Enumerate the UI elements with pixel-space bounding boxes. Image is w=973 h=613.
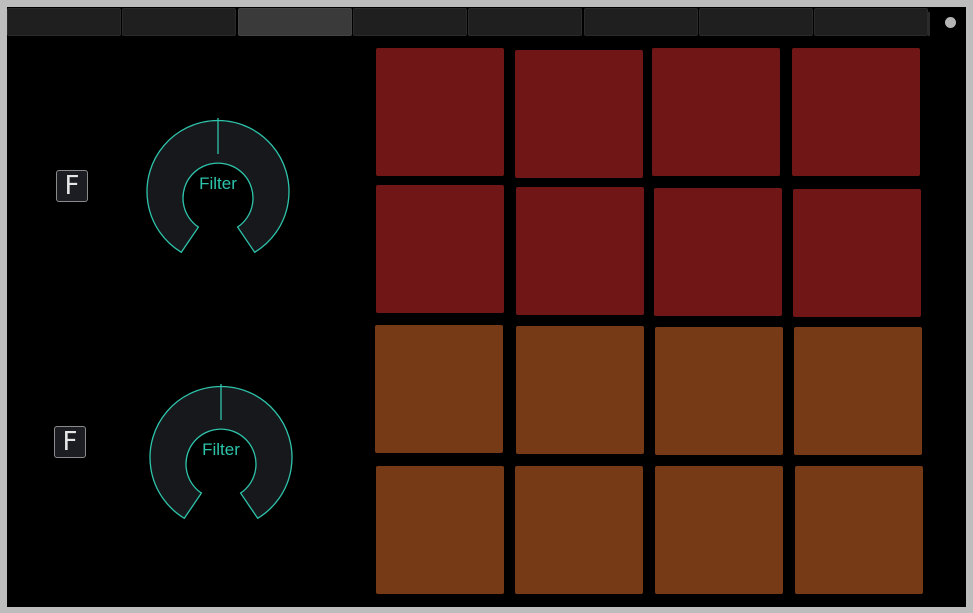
filter-toggle-button-2[interactable]: F <box>54 426 86 458</box>
pad-4-1[interactable] <box>376 466 504 594</box>
pad-1-1[interactable] <box>376 48 504 176</box>
filter-knob-1[interactable]: Filter <box>146 117 290 261</box>
pad-1-2[interactable] <box>515 50 643 178</box>
pad-2-1[interactable] <box>376 185 504 313</box>
app-window: F Filter F Filter <box>7 7 966 607</box>
pad-3-3[interactable] <box>655 327 783 455</box>
menu-dot-icon[interactable] <box>945 17 956 28</box>
pad-1-4[interactable] <box>792 48 920 176</box>
knob-label: Filter <box>199 174 237 193</box>
tab-2[interactable] <box>122 8 236 36</box>
pad-4-3[interactable] <box>655 466 783 594</box>
pad-3-4[interactable] <box>794 327 922 455</box>
pad-3-2[interactable] <box>516 326 644 454</box>
pad-4-2[interactable] <box>515 466 643 594</box>
tab-4[interactable] <box>353 8 467 36</box>
tab-6[interactable] <box>584 8 698 36</box>
tab-bar <box>7 7 966 39</box>
tab-1[interactable] <box>7 8 121 36</box>
tab-5[interactable] <box>468 8 582 36</box>
pad-2-3[interactable] <box>654 188 782 316</box>
pad-2-4[interactable] <box>793 189 921 317</box>
tab-3[interactable] <box>238 8 352 36</box>
knob-label: Filter <box>202 440 240 459</box>
tab-bar-edge <box>928 12 930 36</box>
pad-1-3[interactable] <box>652 48 780 176</box>
filter-knob-2[interactable]: Filter <box>149 383 293 527</box>
tab-7[interactable] <box>699 8 813 36</box>
filter-toggle-button-1[interactable]: F <box>56 170 88 202</box>
pad-3-1[interactable] <box>375 325 503 453</box>
pad-4-4[interactable] <box>795 466 923 594</box>
tab-8[interactable] <box>814 8 928 36</box>
pad-2-2[interactable] <box>516 187 644 315</box>
